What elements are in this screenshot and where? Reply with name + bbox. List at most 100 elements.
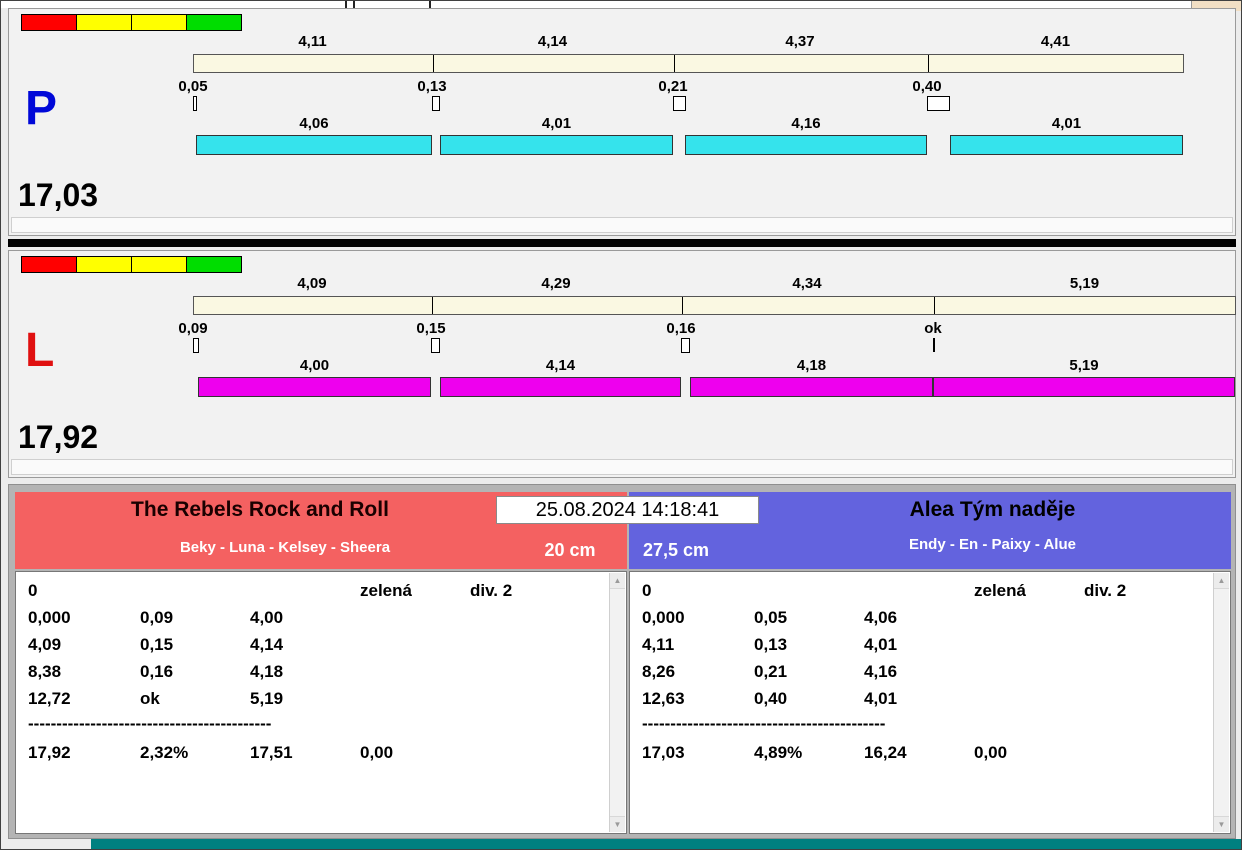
light-red	[21, 256, 77, 273]
dog-time: 4,16	[685, 115, 927, 133]
segment-separator	[928, 55, 929, 72]
dog-run-bar	[933, 377, 1235, 397]
dog-time: 4,16	[864, 662, 897, 682]
segment-separator	[934, 297, 935, 314]
dog-time: 4,01	[950, 115, 1183, 133]
dog-time: 4,00	[198, 357, 431, 375]
light-yellow-1	[76, 256, 132, 273]
split-time: 4,34	[681, 275, 933, 293]
dog-run-bar	[440, 135, 673, 155]
race-timestamp: 25.08.2024 14:18:41	[496, 496, 759, 524]
light-red	[21, 14, 77, 31]
lane-divider	[8, 239, 1236, 247]
scroll-up-icon[interactable]: ▲	[1214, 573, 1229, 589]
division-label: div. 2	[1084, 581, 1126, 601]
light-status: zelená	[974, 581, 1026, 601]
split-time: 5,19	[933, 275, 1236, 293]
crossing-gap-box	[673, 96, 686, 111]
cumulative-time: 12,72	[28, 689, 71, 709]
start-lights	[21, 14, 241, 31]
split-time: 4,14	[432, 33, 673, 51]
total-time: 17,92	[28, 743, 71, 763]
cumulative-time: 0,000	[642, 608, 685, 628]
lane-letter-l: L	[25, 327, 54, 375]
crossing-gap-box	[432, 96, 440, 111]
segment-separator	[682, 297, 683, 314]
dog-time: 4,14	[250, 635, 283, 655]
dog-time: 4,06	[864, 608, 897, 628]
cumulative-time: 8,26	[642, 662, 675, 682]
jump-height: 20 cm	[520, 540, 620, 561]
scroll-down-icon[interactable]: ▼	[1214, 816, 1229, 832]
lane-letter-p: P	[25, 85, 57, 133]
segment-separator	[432, 297, 433, 314]
crossing-time: 0,21	[754, 662, 787, 682]
lane-status-strip	[11, 459, 1233, 475]
dog-time: 4,01	[440, 115, 673, 133]
penalty-time: 0,00	[974, 743, 1007, 763]
dog-run-bar	[685, 135, 927, 155]
dog-run-bar	[198, 377, 431, 397]
crossing-ok-mark	[933, 338, 935, 352]
dog-time: 4,06	[196, 115, 432, 133]
crossing-gap-box	[193, 338, 199, 353]
jump-height: 27,5 cm	[643, 540, 709, 561]
light-green	[186, 14, 242, 31]
dog-run-bar	[440, 377, 681, 397]
team-members: Endy - En - Paixy - Alue	[759, 536, 1226, 553]
crossing-time: 0,15	[140, 635, 173, 655]
segment-separator	[674, 55, 675, 72]
penalty-time: 0,00	[360, 743, 393, 763]
light-yellow-1	[76, 14, 132, 31]
net-time: 17,51	[250, 743, 293, 763]
crossing-gap-box	[681, 338, 690, 353]
crossing-time: 0,05	[754, 608, 787, 628]
cumulative-time: 4,11	[642, 635, 674, 655]
loss-percent: 4,89%	[754, 743, 802, 763]
dog-run-bar	[196, 135, 432, 155]
team-members: Beky - Luna - Kelsey - Sheera	[15, 539, 555, 556]
cumulative-time: 8,38	[28, 662, 61, 682]
dog-time: 5,19	[250, 689, 283, 709]
split-time: 4,09	[193, 275, 431, 293]
crossing-time: 0,16	[651, 320, 711, 337]
scrollbar[interactable]: ▲ ▼	[609, 573, 625, 832]
team-name: The Rebels Rock and Roll	[15, 498, 505, 522]
lane-total-time: 17,92	[18, 419, 98, 455]
total-time: 17,03	[642, 743, 685, 763]
split-time: 4,41	[927, 33, 1184, 51]
dog-time: 4,14	[440, 357, 681, 375]
split-time: 4,29	[431, 275, 681, 293]
lane-panel-p: P 4,11 4,14 4,37 4,41 0,05 0,13 0,21 0,4…	[8, 8, 1236, 236]
crossing-time: 0,05	[163, 78, 223, 95]
start-lights	[21, 256, 241, 273]
split-time: 4,11	[193, 33, 432, 51]
crossing-time: 0,09	[140, 608, 173, 628]
crossing-time: 0,09	[163, 320, 223, 337]
cumulative-time: 4,09	[28, 635, 61, 655]
dog-time: 4,00	[250, 608, 283, 628]
crossing-time: 0,21	[643, 78, 703, 95]
dog-time: 4,18	[690, 357, 933, 375]
scroll-down-icon[interactable]: ▼	[610, 816, 625, 832]
crossing-gap-box	[431, 338, 440, 353]
cumulative-time: 0,000	[28, 608, 71, 628]
crossing-time: 0,40	[897, 78, 957, 95]
separator-line: ----------------------------------------…	[642, 714, 885, 734]
result-panel-left: 0 zelená div. 2 0,000 0,09 4,00 4,09 0,1…	[15, 571, 627, 834]
window-edge-tick	[429, 1, 431, 8]
dog-time: 4,18	[250, 662, 283, 682]
net-time: 16,24	[864, 743, 907, 763]
faults-count: 0	[642, 581, 651, 601]
race-track-bar	[193, 54, 1184, 73]
scroll-up-icon[interactable]: ▲	[610, 573, 625, 589]
team-name: Alea Tým naděje	[759, 498, 1226, 522]
race-track-bar	[193, 296, 1236, 315]
taskbar-edge	[91, 839, 1241, 849]
loss-percent: 2,32%	[140, 743, 188, 763]
split-time: 4,37	[673, 33, 927, 51]
scrollbar[interactable]: ▲ ▼	[1213, 573, 1229, 832]
crossing-time: 0,40	[754, 689, 787, 709]
crossing-time: 0,13	[754, 635, 787, 655]
window-top-edge	[1, 1, 1241, 8]
